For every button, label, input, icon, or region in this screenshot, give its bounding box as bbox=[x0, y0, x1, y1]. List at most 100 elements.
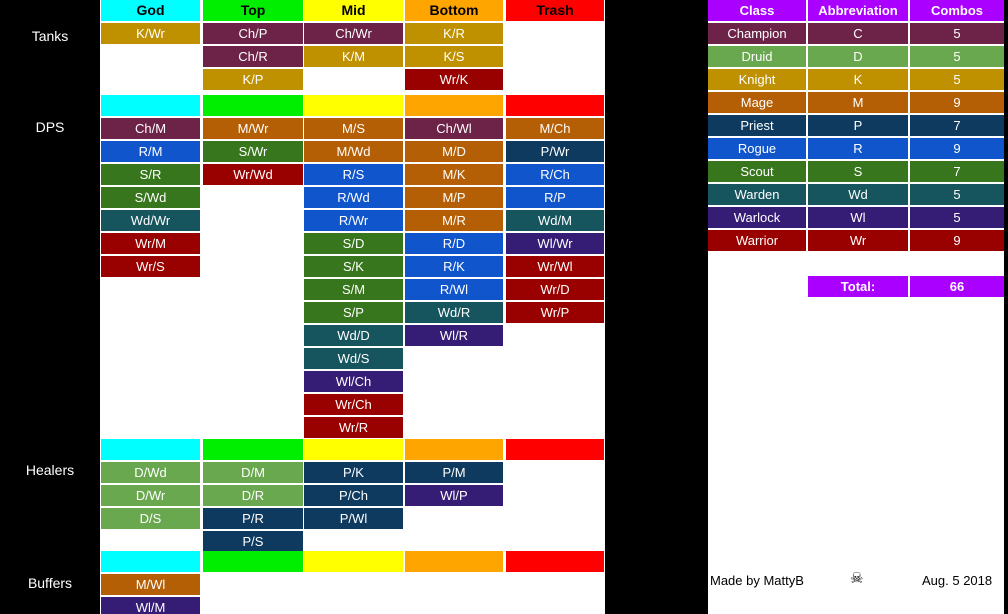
combo-cell: R/Wr bbox=[304, 210, 403, 231]
combo-cell: S/Wr bbox=[203, 141, 303, 162]
role-label-buffers: Buffers bbox=[27, 575, 73, 591]
role-label-healers: Healers bbox=[25, 462, 75, 478]
footer-date: Aug. 5 2018 bbox=[922, 573, 993, 588]
combo-cell: Wr/D bbox=[506, 279, 604, 300]
combo-cell: M/Wd bbox=[304, 141, 403, 162]
combo-cell: P/K bbox=[304, 462, 403, 483]
combo-cell: Wd/M bbox=[506, 210, 604, 231]
role-label-tanks: Tanks bbox=[31, 28, 69, 44]
legend-header-abbreviation: Abbreviation bbox=[808, 0, 908, 21]
column-header-mid: Mid bbox=[304, 0, 403, 21]
right-edge-background bbox=[1004, 0, 1008, 614]
column-header-trash: Trash bbox=[506, 0, 604, 21]
combo-cell: M/D bbox=[405, 141, 503, 162]
combo-cell: S/K bbox=[304, 256, 403, 277]
column-band-god-buffers bbox=[101, 551, 200, 572]
legend-abbr-warlock: Wl bbox=[808, 207, 908, 228]
legend-abbr-mage: M bbox=[808, 92, 908, 113]
combo-cell: P/S bbox=[203, 531, 303, 552]
legend-total-value: 66 bbox=[910, 276, 1004, 297]
column-band-top-healers bbox=[203, 439, 303, 460]
combo-cell: Wr/K bbox=[405, 69, 503, 90]
combo-cell: S/D bbox=[304, 233, 403, 254]
legend-header-combos: Combos bbox=[910, 0, 1004, 21]
legend-abbr-scout: S bbox=[808, 161, 908, 182]
legend-combos-priest: 7 bbox=[910, 115, 1004, 136]
column-band-top-buffers bbox=[203, 551, 303, 572]
combo-cell: Ch/M bbox=[101, 118, 200, 139]
combo-cell: R/Wl bbox=[405, 279, 503, 300]
legend-combos-warrior: 9 bbox=[910, 230, 1004, 251]
combo-cell: Wr/M bbox=[101, 233, 200, 254]
column-band-trash-dps bbox=[506, 95, 604, 116]
combo-cell: Ch/Wl bbox=[405, 118, 503, 139]
column-header-god: God bbox=[101, 0, 200, 21]
combo-cell: Wr/Wl bbox=[506, 256, 604, 277]
role-label-dps: DPS bbox=[35, 119, 65, 135]
column-band-bottom-dps bbox=[405, 95, 503, 116]
column-band-bottom-healers bbox=[405, 439, 503, 460]
skull-icon: ☠ bbox=[850, 570, 864, 587]
middle-gutter-background bbox=[605, 0, 708, 614]
combo-cell: M/Wr bbox=[203, 118, 303, 139]
combo-cell: M/Ch bbox=[506, 118, 604, 139]
combo-cell: R/M bbox=[101, 141, 200, 162]
combo-cell: Wl/Wr bbox=[506, 233, 604, 254]
combo-cell: S/P bbox=[304, 302, 403, 323]
legend-combos-warden: 5 bbox=[910, 184, 1004, 205]
combo-cell: P/M bbox=[405, 462, 503, 483]
column-band-mid-dps bbox=[304, 95, 403, 116]
column-band-god-healers bbox=[101, 439, 200, 460]
combo-cell: Ch/Wr bbox=[304, 23, 403, 44]
column-band-trash-healers bbox=[506, 439, 604, 460]
legend-abbr-priest: P bbox=[808, 115, 908, 136]
legend-combos-rogue: 9 bbox=[910, 138, 1004, 159]
legend-combos-knight: 5 bbox=[910, 69, 1004, 90]
combo-cell: K/Wr bbox=[101, 23, 200, 44]
column-band-god-dps bbox=[101, 95, 200, 116]
legend-abbr-champion: C bbox=[808, 23, 908, 44]
column-header-bottom: Bottom bbox=[405, 0, 503, 21]
footer-credit: Made by MattyB bbox=[710, 573, 804, 588]
legend-class-druid: Druid bbox=[708, 46, 806, 67]
combo-cell: Wd/S bbox=[304, 348, 403, 369]
legend-class-knight: Knight bbox=[708, 69, 806, 90]
combo-cell: P/Wl bbox=[304, 508, 403, 529]
combo-cell: D/Wr bbox=[101, 485, 200, 506]
legend-class-scout: Scout bbox=[708, 161, 806, 182]
combo-cell: Ch/P bbox=[203, 23, 303, 44]
combo-cell: M/S bbox=[304, 118, 403, 139]
combo-cell: R/P bbox=[506, 187, 604, 208]
legend-combos-scout: 7 bbox=[910, 161, 1004, 182]
column-band-top-dps bbox=[203, 95, 303, 116]
combo-cell: K/M bbox=[304, 46, 403, 67]
combo-cell: S/Wd bbox=[101, 187, 200, 208]
combo-cell: P/Ch bbox=[304, 485, 403, 506]
column-band-bottom-buffers bbox=[405, 551, 503, 572]
combo-cell: R/K bbox=[405, 256, 503, 277]
column-band-trash-buffers bbox=[506, 551, 604, 572]
legend-combos-mage: 9 bbox=[910, 92, 1004, 113]
legend-class-priest: Priest bbox=[708, 115, 806, 136]
legend-abbr-warden: Wd bbox=[808, 184, 908, 205]
combo-cell: Wr/Wd bbox=[203, 164, 303, 185]
combo-cell: K/R bbox=[405, 23, 503, 44]
legend-class-mage: Mage bbox=[708, 92, 806, 113]
legend-header-class: Class bbox=[708, 0, 806, 21]
combo-cell: K/S bbox=[405, 46, 503, 67]
combo-cell: Wd/Wr bbox=[101, 210, 200, 231]
legend-total-label: Total: bbox=[808, 276, 908, 297]
column-band-mid-healers bbox=[304, 439, 403, 460]
combo-cell: Wl/M bbox=[101, 597, 200, 614]
combo-cell: Wd/D bbox=[304, 325, 403, 346]
legend-abbr-druid: D bbox=[808, 46, 908, 67]
combo-cell: M/R bbox=[405, 210, 503, 231]
combo-cell: K/P bbox=[203, 69, 303, 90]
combo-cell: Ch/R bbox=[203, 46, 303, 67]
combo-cell: S/R bbox=[101, 164, 200, 185]
column-band-mid-buffers bbox=[304, 551, 403, 572]
combo-cell: R/S bbox=[304, 164, 403, 185]
legend-abbr-rogue: R bbox=[808, 138, 908, 159]
legend-combos-champion: 5 bbox=[910, 23, 1004, 44]
legend-class-champion: Champion bbox=[708, 23, 806, 44]
